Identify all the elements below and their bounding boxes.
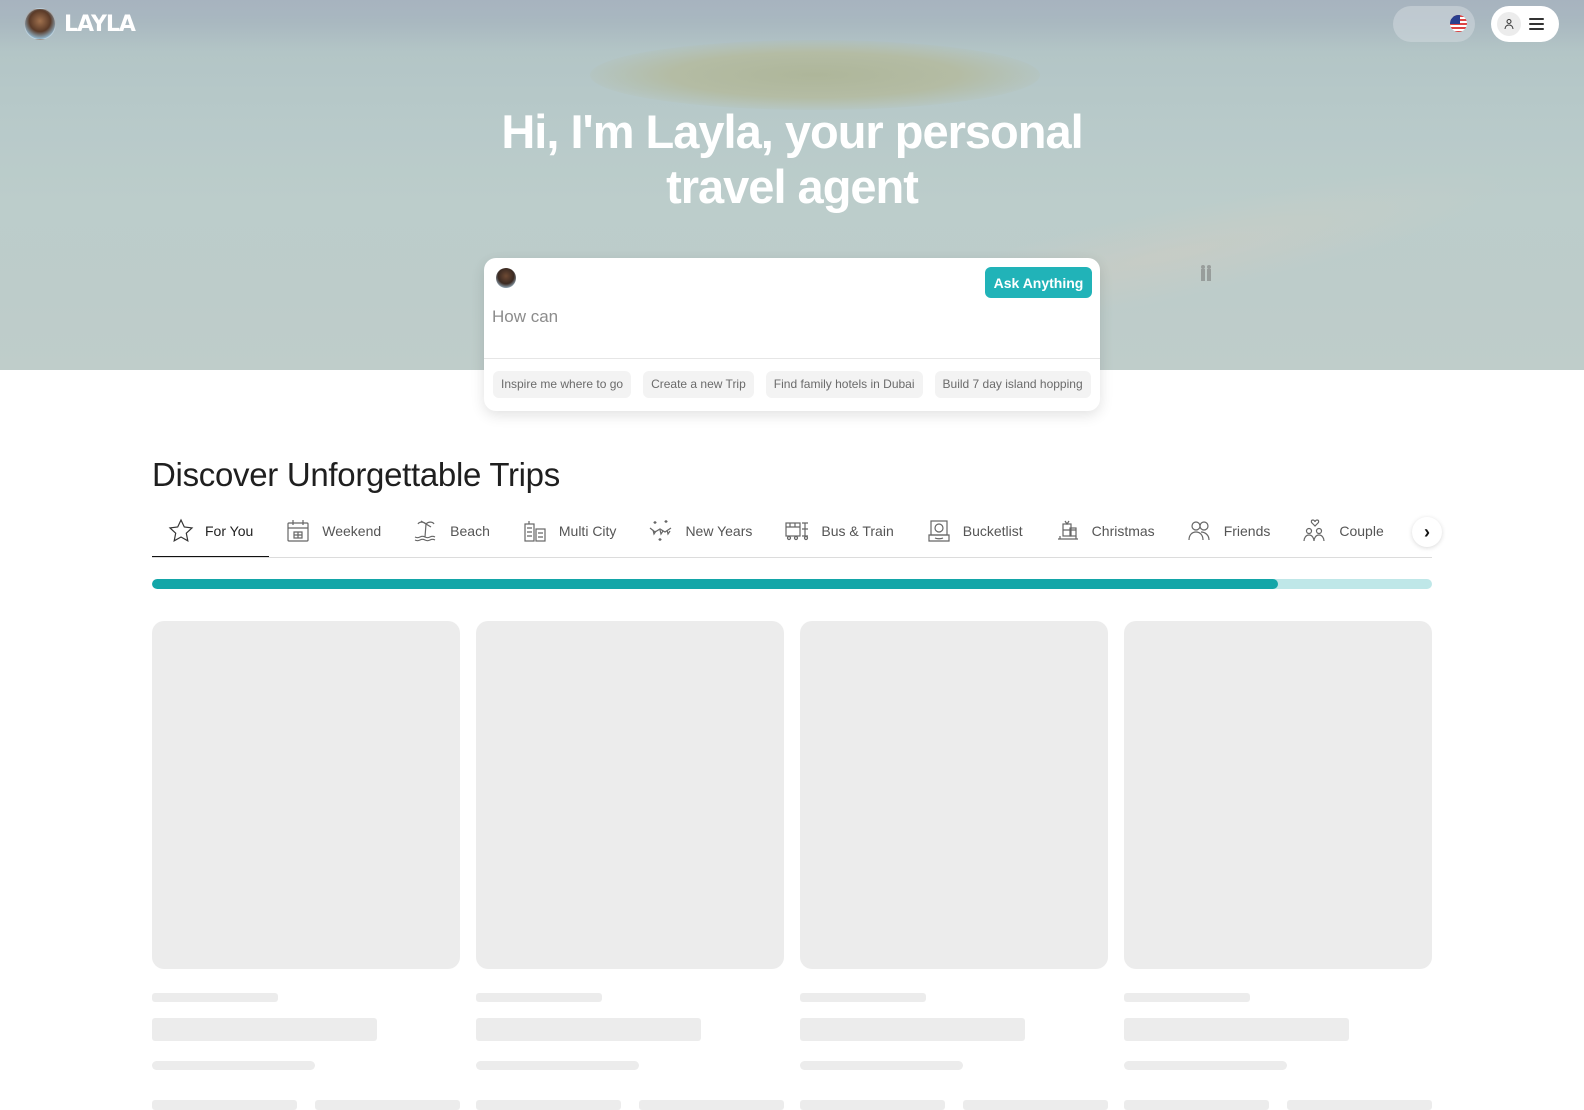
buildings-icon [524,521,546,542]
tab-bucketlist[interactable]: Bucketlist [910,505,1039,557]
couple-icon [1303,519,1325,542]
tab-label: Christmas [1091,523,1155,539]
tabs-next-button[interactable]: › [1412,517,1442,547]
card-image-placeholder [1124,621,1432,969]
suggestion-chip[interactable]: Inspire me where to go [493,371,632,398]
bucketlist-icon [928,520,950,542]
tab-label: Friends [1223,523,1271,539]
trip-card-skeleton[interactable] [152,621,460,1110]
skeleton-line [476,1100,621,1110]
tab-friends[interactable]: Friends [1171,505,1287,557]
card-image-placeholder [152,621,460,969]
ask-anything-button[interactable]: Ask Anything [985,267,1092,298]
tab-label: Weekend [322,523,382,539]
us-flag-icon [1450,15,1467,32]
skeleton-line [315,1100,460,1110]
logo[interactable]: LAYLA [24,8,136,40]
divider [484,358,1100,359]
tab-new-years[interactable]: New Years [632,505,768,557]
suggestion-chip[interactable]: Create a new Trip [643,371,754,398]
ask-input[interactable] [492,302,1052,332]
tab-for-you[interactable]: For You [152,505,270,557]
tab-label: Beach [450,523,490,539]
skeleton-line [476,1061,639,1070]
tab-label: Multi City [558,523,617,539]
layla-avatar [24,8,56,40]
user-icon [1497,12,1521,36]
train-icon [785,522,809,541]
skeleton-title [152,1018,377,1041]
skeleton-line [1124,993,1250,1002]
suggestion-chip[interactable]: Build 7 day island hopping [934,371,1091,398]
tab-label: Bus & Train [821,523,894,539]
skeleton-title [476,1018,701,1041]
trip-card-skeleton[interactable] [800,621,1108,1110]
skeleton-line [1124,1100,1269,1110]
tab-bus-train[interactable]: Bus & Train [768,505,909,557]
trip-cards [152,621,1432,1110]
calendar-icon [287,520,309,542]
skeleton-line [152,1100,297,1110]
suggestion-chip[interactable]: Find family hotels in Dubai [765,371,923,398]
friends-icon [1188,521,1210,541]
tabs-divider [152,557,1432,558]
skeleton-line [152,993,278,1002]
layla-avatar-small [496,268,516,288]
logo-text: LAYLA [64,11,136,37]
skeleton-line [639,1100,784,1110]
section-title: Discover Unforgettable Trips [152,456,560,493]
skeleton-line [1124,1061,1287,1070]
tab-label: New Years [685,523,753,539]
skeleton-line [800,1100,945,1110]
skeleton-line [800,993,926,1002]
card-image-placeholder [476,621,784,969]
account-menu-button[interactable] [1491,6,1559,42]
ask-layla-card: Ask Anything Inspire me where to go Crea… [484,258,1100,411]
tab-multi-city[interactable]: Multi City [506,505,633,557]
tab-label: Bucketlist [962,523,1023,539]
hero-people-image [1201,265,1211,281]
headline-line-2: travel agent [666,160,919,213]
category-tabs: For You Weekend Beach Multi City New Yea… [152,505,1432,557]
card-image-placeholder [800,621,1108,969]
skeleton-line [152,1061,315,1070]
hamburger-icon [1529,18,1544,30]
sleigh-icon [1057,520,1078,540]
skeleton-line [800,1061,963,1070]
tab-label: For You [205,523,254,539]
loading-progress-fill [152,579,1279,589]
tab-christmas[interactable]: Christmas [1039,505,1171,557]
skeleton-line [476,993,602,1002]
hero-island-image [590,40,1040,110]
skeleton-title [1124,1018,1349,1041]
language-selector[interactable] [1393,6,1475,42]
skeleton-line [963,1100,1108,1110]
tab-label: Couple [1339,523,1384,539]
hero-headline: Hi, I'm Layla, your personal travel agen… [0,104,1584,214]
palm-tree-icon [414,520,436,542]
headline-line-1: Hi, I'm Layla, your personal [501,105,1083,158]
skeleton-line [1287,1100,1432,1110]
tab-couple[interactable]: Couple [1286,505,1399,557]
tab-beach[interactable]: Beach [397,505,506,557]
star-icon [168,518,194,542]
trip-card-skeleton[interactable] [476,621,784,1110]
tab-weekend[interactable]: Weekend [269,505,397,557]
suggestion-chips: Inspire me where to go Create a new Trip… [493,371,1091,398]
loading-progress-bar [152,579,1432,589]
celebration-icon [650,520,672,541]
trip-card-skeleton[interactable] [1124,621,1432,1110]
skeleton-title [800,1018,1025,1041]
